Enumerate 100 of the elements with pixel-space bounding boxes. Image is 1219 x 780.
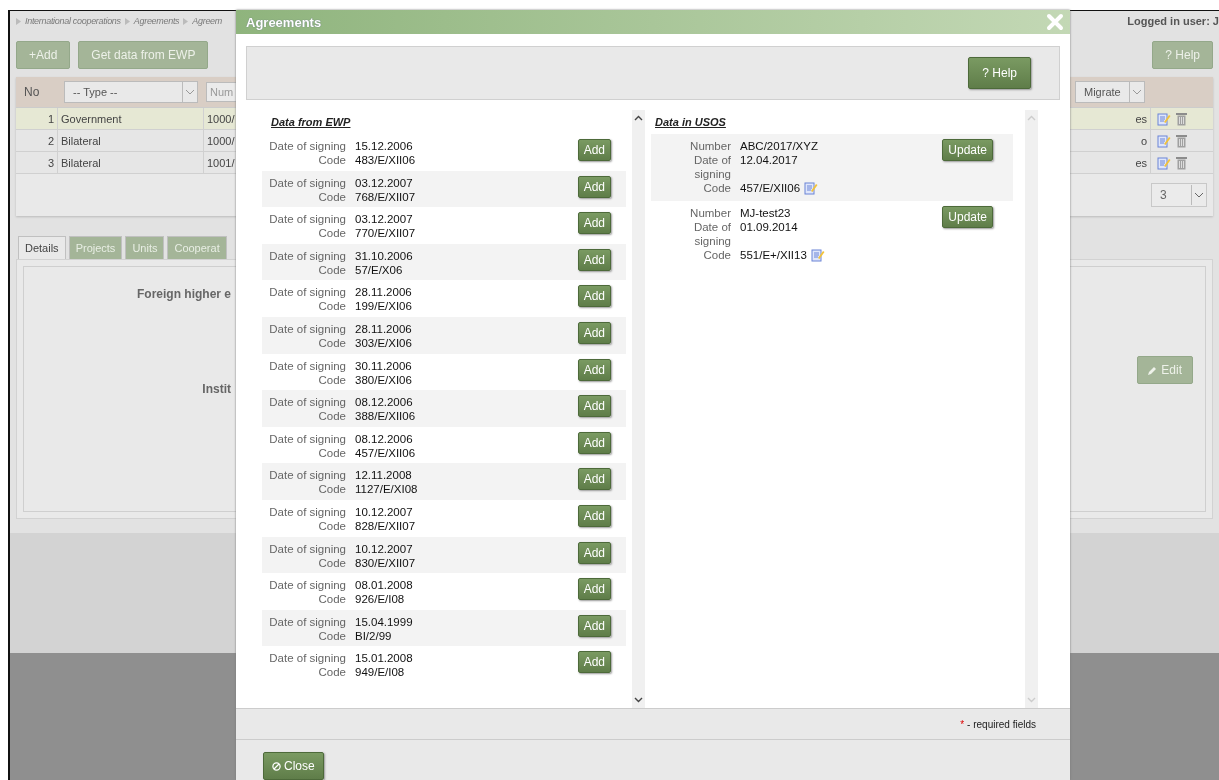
breadcrumb-arrow-icon: [16, 17, 21, 25]
field-value: 828/E/XII07: [355, 518, 416, 533]
field-label: Date of signing: [268, 395, 346, 410]
field-label: Foreign higher e: [136, 287, 231, 301]
table-cell: Government: [58, 108, 204, 129]
edit-note-icon[interactable]: [810, 248, 825, 262]
chevron-down-icon: [182, 82, 197, 102]
field-label: Code: [317, 335, 346, 350]
close-icon[interactable]: [1046, 13, 1064, 31]
field-label: Code: [317, 482, 346, 497]
type-filter[interactable]: -- Type --: [64, 81, 198, 103]
breadcrumb-arrow-icon: [124, 17, 130, 25]
field-value: 380/E/XI06: [355, 372, 412, 387]
add-button[interactable]: Add: [577, 248, 611, 271]
field-label: Date of signing: [268, 248, 346, 263]
column-header: No: [23, 85, 41, 99]
edit-note-icon[interactable]: [1157, 133, 1171, 148]
help-button[interactable]: ? Help: [968, 57, 1031, 89]
add-button[interactable]: Add: [577, 651, 611, 674]
field-value: 10.12.2007: [355, 504, 413, 519]
field-label: Date of signing: [692, 220, 731, 248]
field-value: 15.04.1999: [355, 614, 413, 629]
field-label: Code: [317, 409, 346, 424]
section-heading: Data in USOS: [654, 116, 727, 128]
field-value: 303/E/XI06: [355, 335, 412, 350]
field-label: Date of signing: [268, 504, 346, 519]
add-button[interactable]: Add: [577, 139, 611, 161]
field-value: 457/E/XII06: [355, 445, 416, 460]
logged-in-user: Logged in user: J: [1127, 15, 1219, 27]
tab[interactable]: Details: [18, 236, 66, 259]
help-button[interactable]: ? Help: [1152, 41, 1213, 69]
breadcrumb-link[interactable]: Agreements: [133, 16, 180, 26]
field-label: Date of signing: [268, 578, 346, 593]
add-button[interactable]: Add: [577, 395, 611, 418]
field-value: 12.11.2008: [355, 468, 412, 483]
field-value: 483/E/XII06: [355, 153, 416, 167]
close-button[interactable]: Close: [263, 752, 324, 780]
dialog-title: Agreements: [246, 14, 322, 30]
add-button[interactable]: Add: [577, 504, 611, 527]
field-value: 551/E+/XII13: [740, 248, 807, 262]
required-note: - required fields: [967, 718, 1036, 730]
field-value: 03.12.2007: [355, 212, 413, 227]
add-button[interactable]: Add: [577, 285, 611, 308]
trash-icon[interactable]: [1176, 111, 1187, 126]
pencil-icon: [1148, 365, 1158, 375]
migrate-filter[interactable]: Migrate: [1075, 81, 1145, 103]
update-button[interactable]: Update: [942, 206, 993, 228]
field-label: Code: [317, 555, 346, 570]
field-label: Date of signing: [268, 651, 346, 666]
add-button[interactable]: Add: [577, 212, 611, 235]
field-label: Number: [689, 206, 731, 220]
breadcrumb-link[interactable]: International cooperations: [25, 16, 121, 26]
field-value: 949/E/I08: [355, 665, 405, 680]
field-label: Code: [317, 592, 346, 607]
add-button[interactable]: Add: [577, 578, 611, 601]
field-label: Code: [317, 262, 346, 277]
field-value: 199/E/XI06: [355, 299, 412, 314]
field-label: Code: [317, 189, 346, 204]
update-button[interactable]: Update: [942, 139, 993, 161]
field-label: Date of signing: [268, 212, 346, 227]
add-button[interactable]: Add: [577, 358, 611, 381]
table-cell: 1: [16, 108, 58, 129]
field-value: 30.11.2006: [355, 358, 412, 373]
table-cell: 3: [16, 152, 58, 173]
required-mark: *: [960, 718, 965, 730]
add-button[interactable]: Add: [577, 541, 611, 564]
trash-icon[interactable]: [1176, 133, 1187, 148]
scroll-down-icon[interactable]: [634, 697, 643, 703]
field-label: Code: [317, 445, 346, 460]
add-button[interactable]: Add: [577, 468, 611, 491]
field-value: 08.12.2006: [355, 395, 413, 410]
field-value: 12.04.2017: [740, 153, 798, 167]
add-button[interactable]: Add: [577, 614, 611, 637]
field-label: Date of signing: [268, 468, 346, 483]
field-value: 57/E/X06: [355, 262, 403, 277]
field-value: 15.01.2008: [355, 651, 413, 666]
field-label: Code: [702, 181, 731, 195]
field-label: Code: [317, 153, 346, 167]
field-value: 01.09.2014: [740, 220, 798, 234]
add-button[interactable]: Add: [577, 175, 611, 198]
edit-note-icon[interactable]: [1157, 111, 1171, 126]
field-label: Code: [317, 299, 346, 314]
scroll-up-icon[interactable]: [634, 115, 643, 121]
field-value: 388/E/XII06: [355, 409, 416, 424]
edit-note-icon[interactable]: [1157, 155, 1171, 170]
breadcrumb-link[interactable]: Agreem: [192, 16, 223, 26]
field-label: Code: [317, 372, 346, 387]
field-value: 768/E/XII07: [355, 189, 416, 204]
add-button[interactable]: Add: [577, 431, 611, 454]
field-value: 03.12.2007: [355, 175, 413, 190]
field-label: Date of signing: [268, 358, 346, 373]
page-size-select[interactable]: 3: [1151, 183, 1207, 207]
field-value: 1127/E/XI08: [355, 482, 418, 497]
field-label: Date of signing: [268, 431, 346, 446]
field-label: Date of signing: [692, 153, 731, 181]
edit-note-icon[interactable]: [804, 181, 819, 195]
breadcrumb-arrow-icon: [183, 17, 189, 25]
field-label: Date of signing: [268, 175, 346, 190]
trash-icon[interactable]: [1176, 155, 1187, 170]
add-button[interactable]: Add: [577, 321, 611, 344]
